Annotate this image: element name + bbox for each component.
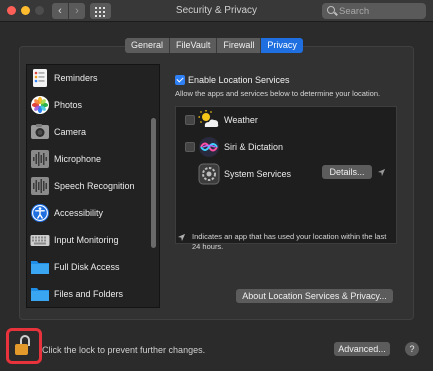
sidebar-item-label: Input Monitoring xyxy=(54,235,119,245)
about-location-services-button[interactable]: About Location Services & Privacy... xyxy=(236,289,393,303)
sidebar-item-photos[interactable]: Photos xyxy=(27,92,151,119)
sidebar-item-label: Photos xyxy=(54,100,83,110)
microphone-icon xyxy=(31,150,49,168)
tab-bar: General FileVault Firewall Privacy xyxy=(125,38,303,53)
weather-icon xyxy=(198,110,219,127)
accessibility-icon xyxy=(31,204,49,222)
tab-privacy[interactable]: Privacy xyxy=(261,38,303,53)
sidebar-item-label: Files and Folders xyxy=(54,289,124,299)
sidebar-item-full-disk-access[interactable]: Full Disk Access xyxy=(27,254,151,281)
enable-location-services-checkbox[interactable] xyxy=(175,75,185,85)
help-button[interactable]: ? xyxy=(405,342,419,356)
sidebar-scrollbar[interactable] xyxy=(151,118,156,248)
photos-icon xyxy=(31,96,49,114)
app-label: Weather xyxy=(224,115,258,125)
sidebar-item-files-and-folders[interactable]: Files and Folders xyxy=(27,281,151,307)
sidebar-item-label: Full Disk Access xyxy=(54,262,120,272)
tab-filevault[interactable]: FileVault xyxy=(170,38,218,53)
list-item-siri-dictation[interactable]: Siri & Dictation xyxy=(176,134,396,161)
title-bar: ‹ › Security & Privacy xyxy=(0,0,433,22)
search-field[interactable] xyxy=(322,3,426,19)
folder-icon xyxy=(31,261,49,274)
location-arrow-icon xyxy=(377,168,386,177)
list-item-weather[interactable]: Weather xyxy=(176,107,396,134)
search-icon xyxy=(327,6,335,14)
siri-checkbox[interactable] xyxy=(185,142,195,152)
camera-icon xyxy=(31,124,49,139)
lock-instruction: Click the lock to prevent further change… xyxy=(42,345,206,355)
system-services-details-button[interactable]: Details... xyxy=(322,165,372,179)
privacy-category-list[interactable]: Reminders Photos Camera Microphone Speec… xyxy=(26,64,160,308)
sidebar-item-camera[interactable]: Camera xyxy=(27,119,151,146)
location-arrow-icon xyxy=(177,233,186,242)
sidebar-item-accessibility[interactable]: Accessibility xyxy=(27,200,151,227)
sidebar-item-label: Camera xyxy=(54,127,87,137)
folder-icon xyxy=(31,288,49,301)
system-services-icon xyxy=(198,163,220,185)
weather-checkbox[interactable] xyxy=(185,115,195,125)
sidebar-item-label: Accessibility xyxy=(54,208,104,218)
enable-location-services-label: Enable Location Services xyxy=(188,75,290,85)
sidebar-item-reminders[interactable]: Reminders xyxy=(27,65,151,92)
speech-recognition-icon xyxy=(31,177,49,195)
sidebar-item-microphone[interactable]: Microphone xyxy=(27,146,151,173)
siri-icon xyxy=(199,137,219,157)
advanced-button[interactable]: Advanced... xyxy=(334,342,390,356)
lock-icon[interactable] xyxy=(15,344,28,355)
app-label: System Services xyxy=(224,169,292,179)
sidebar-item-label: Reminders xyxy=(54,73,98,83)
keyboard-icon xyxy=(30,235,50,246)
sidebar-item-input-monitoring[interactable]: Input Monitoring xyxy=(27,227,151,254)
location-description: Allow the apps and services below to det… xyxy=(175,89,381,98)
location-indicator-note: Indicates an app that has used your loca… xyxy=(192,232,387,251)
sidebar-item-label: Speech Recognition xyxy=(54,181,135,191)
tab-general[interactable]: General xyxy=(125,38,171,53)
sidebar-item-label: Microphone xyxy=(54,154,102,164)
tab-firewall[interactable]: Firewall xyxy=(217,38,262,53)
search-input[interactable] xyxy=(339,4,421,18)
app-label: Siri & Dictation xyxy=(224,142,284,152)
sidebar-item-speech-recognition[interactable]: Speech Recognition xyxy=(27,173,151,200)
reminders-icon xyxy=(33,69,47,87)
